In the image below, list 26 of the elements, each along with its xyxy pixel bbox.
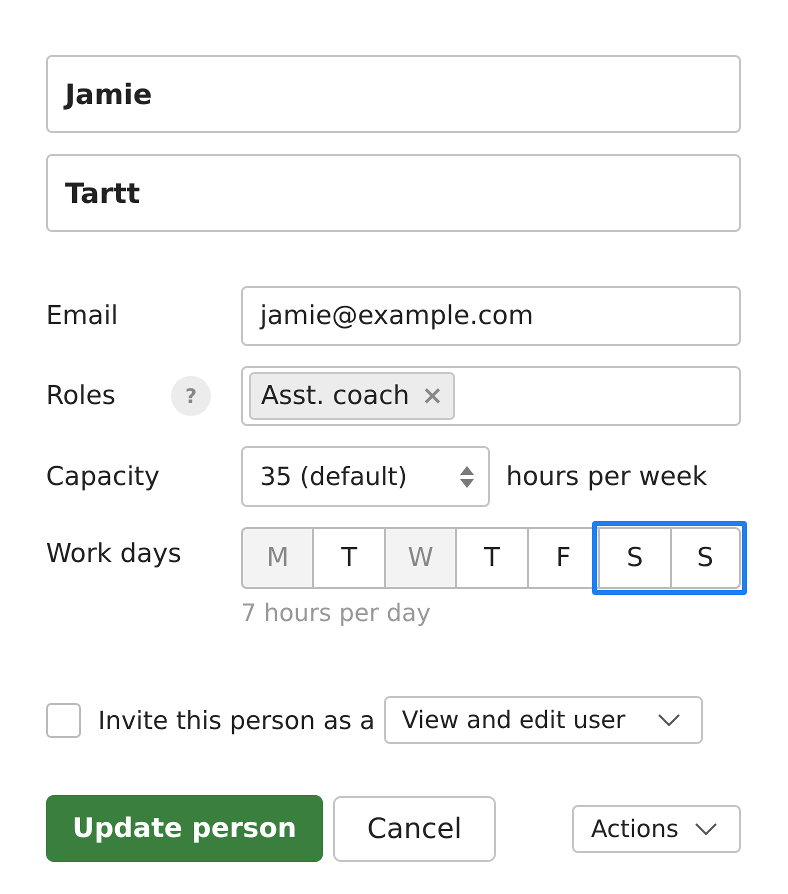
hours-per-day-hint: 7 hours per day <box>241 599 432 627</box>
work-days-label: Work days <box>46 538 182 569</box>
email-field[interactable]: jamie@example.com <box>241 286 741 346</box>
roles-field[interactable]: Asst. coach × <box>241 366 741 426</box>
user-role-dropdown[interactable]: View and edit user <box>384 696 703 744</box>
update-person-button[interactable]: Update person <box>46 795 323 862</box>
invite-checkbox[interactable] <box>46 702 81 738</box>
weekday-toggle[interactable]: S <box>598 527 670 589</box>
weekday-toggle[interactable]: S <box>670 527 741 589</box>
last-name-field[interactable]: Tartt <box>46 154 741 232</box>
capacity-unit-label: hours per week <box>506 462 708 492</box>
chevron-down-icon <box>658 714 680 726</box>
weekday-toggle[interactable]: T <box>312 527 384 589</box>
invite-label: Invite this person as a <box>98 706 375 734</box>
email-label: Email <box>46 301 120 331</box>
chevron-down-icon <box>695 822 717 834</box>
capacity-select[interactable]: 35 (default) <box>241 446 490 507</box>
up-down-arrows-icon <box>460 466 474 488</box>
first-name-field[interactable]: Jamie <box>46 55 741 133</box>
capacity-label: Capacity <box>46 462 161 492</box>
weekday-toggle[interactable]: F <box>526 527 598 589</box>
role-tag-label: Asst. coach <box>261 381 410 411</box>
weekday-toggle[interactable]: T <box>455 527 527 589</box>
cancel-button[interactable]: Cancel <box>333 796 496 862</box>
actions-menu-button[interactable]: Actions <box>572 804 741 852</box>
roles-label: Roles <box>46 381 116 411</box>
